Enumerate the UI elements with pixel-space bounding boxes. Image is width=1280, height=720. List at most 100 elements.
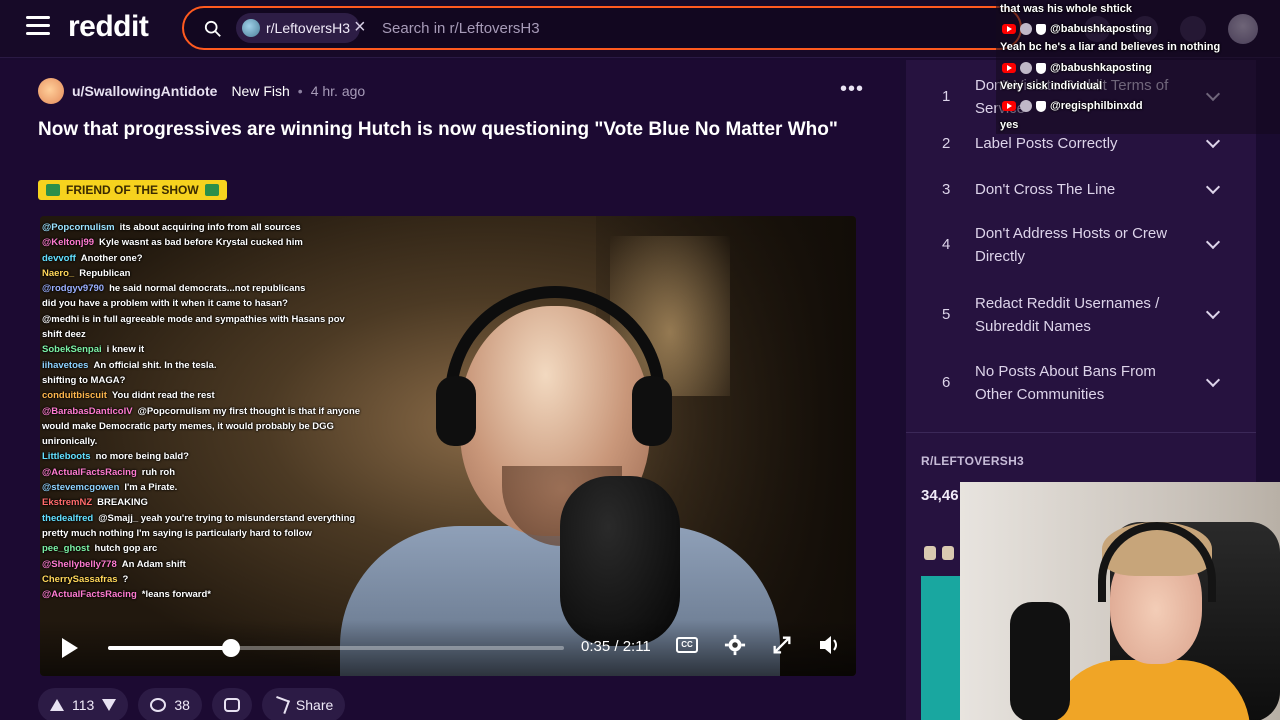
flair-emoji-icon — [204, 184, 219, 196]
overlay-chat-message: that was his whole shtick — [1000, 3, 1132, 15]
chat-message: iihavetoes An official shit. In the tesla… — [42, 358, 362, 373]
post-container: u/SwallowingAntidote New Fish • 4 hr. ag… — [0, 60, 900, 720]
sidebar-rule-2[interactable]: 2 Label Posts Correctly — [906, 132, 1256, 155]
chat-text: ruh roh — [141, 466, 176, 478]
chat-message: @medhi is in full agreeable mode and sym… — [42, 312, 362, 327]
moderator-shield-icon — [1036, 23, 1046, 35]
vote-count: 113 — [72, 697, 95, 713]
seek-handle[interactable] — [222, 639, 241, 657]
chat-message: @Shellybelly778 An Adam shift — [42, 557, 362, 572]
chevron-down-icon[interactable] — [1205, 133, 1221, 148]
video-chat-overlay: @Popcornulism its about acquiring info fr… — [42, 220, 362, 602]
chat-text: shift deez — [42, 329, 86, 341]
downvote-icon[interactable] — [102, 699, 117, 711]
post-meta: u/SwallowingAntidote New Fish • 4 hr. ag… — [38, 78, 365, 104]
chat-text: its about acquiring info from all source… — [119, 222, 301, 233]
sidebar-divider — [906, 432, 1256, 433]
streamer-webcam — [960, 482, 1280, 720]
overlay-chat-username: @babushkaposting — [1002, 62, 1152, 74]
chat-message: shift deez — [42, 327, 362, 342]
fullscreen-icon[interactable] — [771, 634, 793, 656]
chat-text: hutch gop arc — [94, 543, 158, 555]
upvote-icon[interactable] — [50, 699, 64, 711]
sidebar-rule-5[interactable]: 5 Redact Reddit Usernames / Subreddit Nam… — [906, 292, 1256, 338]
author-avatar[interactable] — [38, 78, 64, 104]
sidebar-rule-4[interactable]: 4 Don't Address Hosts or Crew Directly — [906, 222, 1256, 268]
share-button[interactable]: Share — [261, 688, 346, 720]
chat-text: he said normal democrats...not republica… — [109, 283, 306, 295]
subreddit-chip[interactable]: r/LeftoversH3 — [236, 13, 361, 43]
overlay-text: @babushkaposting — [1050, 23, 1152, 35]
chat-text: Kyle wasnt as bad before Krystal cucked … — [99, 237, 303, 249]
reddit-logo[interactable]: reddit — [68, 10, 149, 44]
chat-text: @medhi is in full agreeable mode and sym… — [42, 313, 345, 325]
chat-message: @rodgyv9790 he said normal democrats...no… — [42, 281, 362, 296]
community-name: R/LEFTOVERSH3 — [921, 454, 1025, 468]
overlay-chat-message: Very sick individual — [1000, 80, 1102, 92]
post-author-link[interactable]: u/SwallowingAntidote — [72, 83, 217, 99]
captions-icon[interactable]: CC — [676, 637, 698, 653]
chevron-down-icon[interactable] — [1205, 179, 1221, 194]
seek-bar[interactable] — [108, 639, 564, 657]
share-icon — [271, 696, 290, 714]
chat-username: @ActualFactsRacing — [42, 466, 137, 478]
seek-progress — [108, 646, 232, 650]
video-player[interactable]: @Popcornulism its about acquiring info fr… — [40, 216, 856, 676]
share-label: Share — [295, 697, 334, 713]
rule-text: Label Posts Correctly — [975, 135, 1118, 152]
chevron-down-icon[interactable] — [1205, 304, 1221, 320]
subreddit-chip-label: r/LeftoversH3 — [266, 20, 351, 36]
moderator-shield-icon — [1036, 62, 1046, 74]
chat-username: conduitbiscuit — [42, 390, 107, 402]
chevron-down-icon[interactable] — [1205, 234, 1221, 250]
youtube-icon — [1002, 24, 1016, 34]
chat-message: devvoff Another one? — [42, 251, 362, 266]
chat-username: pee_ghost — [42, 543, 90, 555]
post-flair-badge[interactable]: FRIEND OF THE SHOW — [38, 180, 227, 200]
post-title[interactable]: Now that progressives are winning Hutch … — [38, 116, 838, 143]
overlay-text: Very sick individual — [1000, 80, 1103, 92]
author-flair: New Fish — [231, 83, 290, 99]
chat-username: thedealfred — [42, 512, 94, 524]
chat-message: did you have a problem with it when it c… — [42, 296, 362, 311]
video-controls: 0:35 / 2:11 CC — [40, 620, 856, 676]
youtube-icon — [1002, 101, 1016, 111]
moderator-shield-icon — [1036, 100, 1046, 112]
chat-message: @BarabasDanticoIV @Popcornulism my first … — [42, 404, 362, 450]
chat-message: conduitbiscuit You didnt read the rest — [42, 388, 362, 403]
chat-text: Republican — [79, 267, 131, 279]
sidebar-rule-6[interactable]: 6 No Posts About Bans From Other Communit… — [906, 360, 1256, 406]
overlay-chat-message: Yeah bc he's a liar and believes in noth… — [1000, 41, 1220, 53]
search-input[interactable]: Search in r/LeftoversH3 — [382, 20, 540, 37]
meta-separator: • — [297, 83, 303, 99]
stream-chat-overlay: that was his whole shtick @babushkapostin… — [996, 0, 1280, 134]
rule-text: Redact Reddit Usernames / Subreddit Name… — [975, 295, 1160, 335]
rule-number: 5 — [942, 306, 951, 323]
rule-number: 6 — [942, 374, 951, 391]
overlay-chat-username: @babushkaposting — [1002, 23, 1152, 35]
chat-username: SobekSenpai — [42, 344, 102, 356]
post-overflow-menu-icon[interactable]: ••• — [840, 78, 864, 101]
chat-message: shifting to MAGA? — [42, 373, 362, 388]
close-icon[interactable]: × — [354, 13, 366, 41]
overlay-text: @babushkaposting — [1050, 62, 1152, 74]
chat-text: *leans forward* — [141, 589, 211, 601]
hourglass-icon — [924, 546, 936, 560]
crosspost-button[interactable] — [211, 688, 252, 720]
volume-icon[interactable] — [818, 634, 842, 656]
chat-message: @stevemcgowen I'm a Pirate. — [42, 480, 362, 495]
overlay-text: yes — [1000, 119, 1019, 131]
sidebar-rule-3[interactable]: 3 Don't Cross The Line — [906, 178, 1256, 201]
gear-icon[interactable] — [724, 634, 746, 656]
overlay-chat-message: yes — [1000, 119, 1018, 131]
chat-username: EkstremNZ — [42, 497, 93, 509]
rule-text: No Posts About Bans From Other Communiti… — [975, 363, 1156, 403]
chat-message: thedealfred @Smajj_ yeah you're trying to… — [42, 511, 362, 542]
headphone-cup-left — [436, 376, 476, 446]
chevron-down-icon[interactable] — [1205, 372, 1221, 388]
play-icon[interactable] — [62, 638, 78, 658]
search-bar[interactable]: r/LeftoversH3 × Search in r/LeftoversH3 — [182, 6, 1022, 50]
menu-icon[interactable] — [26, 16, 50, 40]
comments-button[interactable]: 38 — [138, 688, 202, 720]
chat-message: pee_ghost hutch gop arc — [42, 541, 362, 556]
